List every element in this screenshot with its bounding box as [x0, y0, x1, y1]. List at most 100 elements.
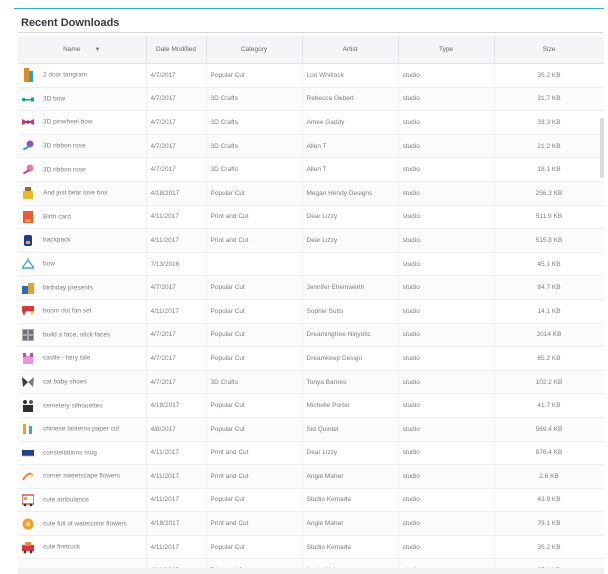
table-row[interactable]: cute flower bouquet border4/11/2017Print… [18, 558, 604, 568]
cell-artist: Angie Maher [302, 511, 399, 536]
table-row[interactable]: Birth card 4/11/2017 Print and Cut Dear Liz… [18, 205, 604, 230]
column-header-name[interactable]: Name ▼ [18, 36, 147, 64]
table-row[interactable]: constellations mug 4/11/2017 Print and Cut… [18, 441, 604, 466]
cell-type: studio [398, 275, 495, 300]
cell-type: studio [398, 323, 495, 348]
cell-artist: Angie Maher [302, 464, 399, 489]
table-row[interactable]: 3D pinwheel bow 4/7/2017 3D Crafts Amee Gad… [18, 110, 604, 135]
cell-date-modified: 4/7/2017 [146, 275, 207, 300]
cell-type: studio [398, 488, 495, 513]
cell-size: 102.2 KB [494, 370, 604, 395]
cell-name[interactable]: corner sweetscape flowers [18, 464, 147, 489]
table-row[interactable]: chinese lanterns paper cut 4/8/2017 Popula… [18, 417, 604, 442]
cell-size: 35.2 KB [494, 63, 604, 88]
panel-title: Recent Downloads [21, 17, 120, 29]
table-row[interactable]: backpack 4/11/2017 Print and Cut Dear Lizzy… [18, 228, 604, 253]
cell-type: studio [398, 417, 495, 442]
column-header-date-modified[interactable]: Date Modified [146, 36, 207, 64]
flower-icon [22, 139, 34, 153]
cell-date-modified: 4/7/2017 [146, 63, 207, 88]
cell-size: 569.4 KB [494, 417, 604, 442]
table-row[interactable]: 3D bow 4/7/2017 3D Crafts Rebecca Gebert stu… [18, 87, 604, 112]
table-row[interactable]: And just bear love box 4/18/2017 Popular C… [18, 181, 604, 206]
cell-name[interactable]: cute ambulance [18, 488, 147, 513]
table-row[interactable]: cute firetruck 4/11/2017 Popular Cut Studio… [18, 535, 604, 560]
table-row[interactable]: 2 door tangram 4/7/2017 Popular Cut Lori Wh… [18, 63, 604, 88]
banner-icon [22, 304, 34, 318]
file-name: cute full of watercolor flowers [43, 520, 127, 528]
cell-name[interactable]: 3D bow [18, 87, 147, 112]
cell-name[interactable]: chinese lanterns paper cut [18, 417, 147, 442]
table-row[interactable]: cemetery silhouettes 4/18/2017 Popular Cut… [18, 393, 604, 418]
cell-artist: Tonya Barnes [302, 370, 399, 395]
cell-size: 84.7 KB [494, 275, 604, 300]
top-accent-line [14, 8, 604, 9]
table-row[interactable]: castle - fairy tale 4/7/2017 Popular Cut Dr… [18, 346, 604, 371]
cell-name[interactable]: backpack [18, 228, 147, 253]
cell-type: studio [398, 464, 495, 489]
cell-name[interactable]: cat baby shoes [18, 370, 147, 395]
cell-type: studio [398, 181, 495, 206]
downloads-table-container[interactable]: Name ▼ Date Modified Category Artist Type… [18, 36, 604, 568]
cell-size: 79.1 KB [494, 511, 604, 536]
table-row[interactable]: cute full of watercolor flowers 4/18/2017… [18, 511, 604, 536]
column-header-artist[interactable]: Artist [302, 36, 399, 64]
cell-date-modified: 4/18/2017 [146, 511, 207, 536]
file-name: boom dot fan set [43, 307, 92, 315]
table-row[interactable]: bow 7/13/2016 studio 45.1 KB [18, 252, 604, 277]
cell-artist: Allen T [302, 157, 399, 182]
butterfly-icon [22, 375, 34, 389]
column-header-size[interactable]: Size [494, 36, 604, 64]
cell-name[interactable]: 3D ribbon rose [18, 134, 147, 159]
cell-size: 31.7 KB [494, 87, 604, 112]
cell-size: 33.3 KB [494, 110, 604, 135]
vertical-scrollbar-thumb[interactable] [600, 118, 604, 178]
sort-descending-icon[interactable]: ▼ [94, 47, 100, 53]
cell-category: Print and Cut [206, 558, 303, 568]
cell-name[interactable]: 3D pinwheel bow [18, 110, 147, 135]
cell-name[interactable]: cute firetruck [18, 535, 147, 560]
line-shape-icon [22, 92, 34, 106]
cell-date-modified: 4/11/2017 [146, 228, 207, 253]
cell-name[interactable]: cemetery silhouettes [18, 393, 147, 418]
cell-name[interactable]: cute full of watercolor flowers [18, 511, 147, 536]
cell-type: studio [398, 441, 495, 466]
table-row[interactable]: build a face, stick faces 4/7/2017 Popular… [18, 323, 604, 348]
cell-name[interactable]: cute flower bouquet border [18, 558, 147, 568]
cell-name[interactable]: And just bear love box [18, 181, 147, 206]
cell-category: Popular Cut [206, 181, 303, 206]
table-row[interactable]: 3D ribbon rose 4/7/2017 3D Crafts Allen Tst… [18, 157, 604, 182]
cell-name[interactable]: birthday presents [18, 275, 147, 300]
file-name: 3D pinwheel bow [43, 119, 93, 127]
cell-name[interactable]: bow [18, 252, 147, 277]
cell-type: studio [398, 535, 495, 560]
cell-date-modified: 4/11/2017 [146, 441, 207, 466]
cell-name[interactable]: constellations mug [18, 441, 147, 466]
table-row[interactable]: cat baby shoes 4/7/2017 3D Crafts Tonya Bar… [18, 370, 604, 395]
cell-category: Print and Cut [206, 464, 303, 489]
cell-date-modified: 4/7/2017 [146, 370, 207, 395]
table-row[interactable]: cute ambulance 4/11/2017 Popular Cut Studio… [18, 488, 604, 513]
cell-name[interactable]: boom dot fan set [18, 299, 147, 324]
horizontal-scrollbar[interactable] [18, 568, 604, 574]
cell-category: Popular Cut [206, 346, 303, 371]
cell-name[interactable]: 3D ribbon rose [18, 157, 147, 182]
cell-category: 3D Crafts [206, 134, 303, 159]
cell-name[interactable]: Birth card [18, 205, 147, 230]
column-header-category[interactable]: Category [206, 36, 303, 64]
table-row[interactable]: 3D ribbon rose 4/7/2017 3D Crafts Allen Tst… [18, 134, 604, 159]
flower-icon [22, 163, 34, 177]
cell-name[interactable]: build a face, stick faces [18, 323, 147, 348]
cell-size: 37.1 KB [494, 558, 604, 568]
cell-artist: Studio Kemada [302, 488, 399, 513]
cell-name[interactable]: 2 door tangram [18, 63, 147, 88]
table-row[interactable]: boom dot fan set 4/11/2017 Popular Cut Soph… [18, 299, 604, 324]
file-name: castle - fairy tale [43, 355, 91, 363]
cell-artist: Angie Maher [302, 558, 399, 568]
cell-date-modified: 4/7/2017 [146, 110, 207, 135]
cell-name[interactable]: castle - fairy tale [18, 346, 147, 371]
column-header-type[interactable]: Type [398, 36, 495, 64]
cell-date-modified: 4/7/2017 [146, 87, 207, 112]
table-row[interactable]: birthday presents 4/7/2017 Popular Cut Jenn… [18, 275, 604, 300]
table-row[interactable]: corner sweetscape flowers 4/11/2017 Print … [18, 464, 604, 489]
